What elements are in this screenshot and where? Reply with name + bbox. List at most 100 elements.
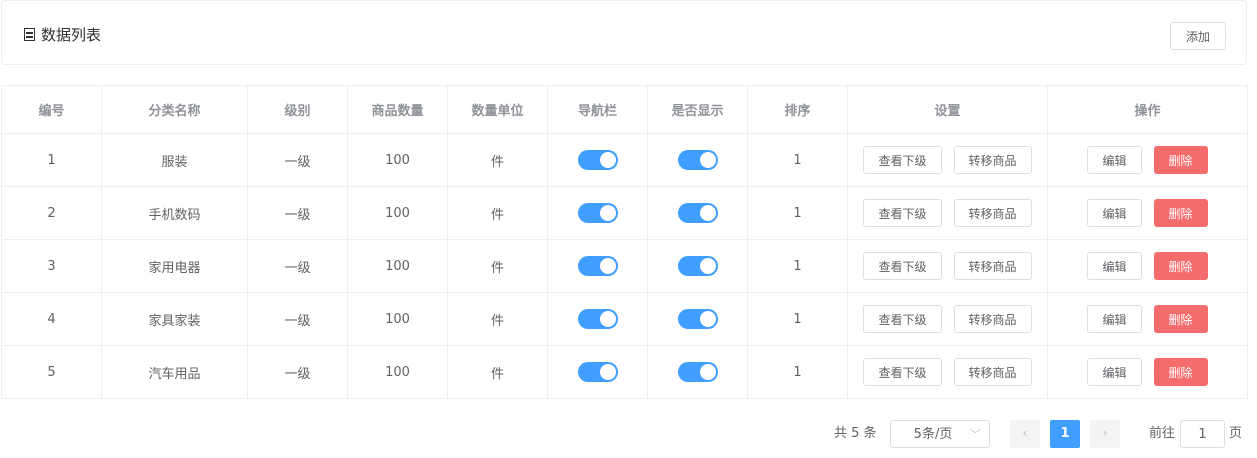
cell-show [647,133,748,187]
delete-button[interactable]: 删除 [1153,199,1208,227]
cell-actions: 编辑 删除 [1047,292,1248,346]
cell-actions: 编辑 删除 [1047,345,1248,399]
pagination: 共 5 条 5条/页 ﹀ ‹ 1 › 前往 1 页 [0,420,1257,449]
cell-unit: 件 [447,133,548,187]
cell-id: 4 [1,292,102,346]
goto-page-input[interactable]: 1 [1180,420,1225,448]
cell-count: 100 [347,133,448,187]
cell-count: 100 [347,292,448,346]
cell-name: 服装 [101,133,248,187]
view-children-button[interactable]: 查看下级 [863,146,942,174]
show-toggle[interactable] [677,150,718,170]
cell-unit: 件 [447,345,548,399]
prev-page-button[interactable]: ‹ [1010,420,1040,448]
total-count: 共 5 条 [834,426,877,441]
table-row: 4 家具家装 一级 100 件 1 查看下级 转移商品 编辑 删除 [1,292,1248,346]
cell-sort: 1 [747,292,848,346]
cell-settings: 查看下级 转移商品 [847,345,1048,399]
header-card: 数据列表 添加 [1,0,1247,65]
cell-show [647,186,748,240]
delete-button[interactable]: 删除 [1153,252,1208,280]
cell-id: 2 [1,186,102,240]
cell-sort: 1 [747,239,848,293]
column-header: 分类名称 [101,85,248,134]
cell-sort: 1 [747,345,848,399]
nav-toggle[interactable] [577,203,618,223]
page-suffix: 页 [1229,426,1243,441]
cell-nav [547,186,648,240]
view-children-button[interactable]: 查看下级 [863,358,942,386]
transfer-products-button[interactable]: 转移商品 [953,199,1032,227]
show-toggle[interactable] [677,309,718,329]
view-children-button[interactable]: 查看下级 [863,199,942,227]
cell-count: 100 [347,186,448,240]
cell-count: 100 [347,345,448,399]
transfer-products-button[interactable]: 转移商品 [953,146,1032,174]
table-row: 3 家用电器 一级 100 件 1 查看下级 转移商品 编辑 删除 [1,239,1248,293]
delete-button[interactable]: 删除 [1153,305,1208,333]
view-children-button[interactable]: 查看下级 [863,252,942,280]
table-row: 5 汽车用品 一级 100 件 1 查看下级 转移商品 编辑 删除 [1,345,1248,399]
edit-button[interactable]: 编辑 [1087,146,1142,174]
delete-button[interactable]: 删除 [1153,146,1208,174]
page-size-select[interactable]: 5条/页 ﹀ [890,420,990,448]
add-button[interactable]: 添加 [1170,22,1226,50]
cell-count: 100 [347,239,448,293]
page-title: 数据列表 [24,24,101,45]
cell-actions: 编辑 删除 [1047,186,1248,240]
page-number-current[interactable]: 1 [1050,420,1080,448]
column-header: 操作 [1047,85,1248,134]
transfer-products-button[interactable]: 转移商品 [953,252,1032,280]
table-header-row: 编号 分类名称 级别 商品数量 数量单位 导航栏 是否显示 排序 设置 操作 [1,85,1248,134]
cell-nav [547,292,648,346]
cell-settings: 查看下级 转移商品 [847,133,1048,187]
nav-toggle[interactable] [577,256,618,276]
cell-unit: 件 [447,292,548,346]
cell-actions: 编辑 删除 [1047,133,1248,187]
cell-show [647,292,748,346]
view-children-button[interactable]: 查看下级 [863,305,942,333]
cell-nav [547,345,648,399]
page-title-text: 数据列表 [41,26,102,44]
chevron-down-icon: ﹀ [970,428,981,441]
column-header: 数量单位 [447,85,548,134]
cell-id: 1 [1,133,102,187]
cell-sort: 1 [747,133,848,187]
show-toggle[interactable] [677,203,718,223]
delete-button[interactable]: 删除 [1153,358,1208,386]
cell-level: 一级 [247,345,348,399]
transfer-products-button[interactable]: 转移商品 [953,305,1032,333]
category-table: 编号 分类名称 级别 商品数量 数量单位 导航栏 是否显示 排序 设置 操作 1 服装 一级 100 件 1… [1,85,1248,399]
cell-show [647,239,748,293]
column-header: 级别 [247,85,348,134]
page-size-value: 5条/页 [913,427,953,442]
transfer-products-button[interactable]: 转移商品 [953,358,1032,386]
cell-nav [547,133,648,187]
show-toggle[interactable] [677,362,718,382]
edit-button[interactable]: 编辑 [1087,252,1142,280]
cell-level: 一级 [247,292,348,346]
edit-button[interactable]: 编辑 [1087,305,1142,333]
edit-button[interactable]: 编辑 [1087,358,1142,386]
show-toggle[interactable] [677,256,718,276]
cell-actions: 编辑 删除 [1047,239,1248,293]
column-header: 编号 [1,85,102,134]
cell-id: 5 [1,345,102,399]
nav-toggle[interactable] [577,362,618,382]
goto-label: 前往 [1149,426,1176,441]
cell-unit: 件 [447,186,548,240]
column-header: 导航栏 [547,85,648,134]
cell-unit: 件 [447,239,548,293]
cell-name: 手机数码 [101,186,248,240]
cell-id: 3 [1,239,102,293]
table-row: 2 手机数码 一级 100 件 1 查看下级 转移商品 编辑 删除 [1,186,1248,240]
cell-level: 一级 [247,133,348,187]
cell-name: 汽车用品 [101,345,248,399]
nav-toggle[interactable] [577,309,618,329]
column-header: 商品数量 [347,85,448,134]
next-page-button[interactable]: › [1090,420,1120,448]
cell-nav [547,239,648,293]
edit-button[interactable]: 编辑 [1087,199,1142,227]
nav-toggle[interactable] [577,150,618,170]
list-icon [24,28,35,41]
